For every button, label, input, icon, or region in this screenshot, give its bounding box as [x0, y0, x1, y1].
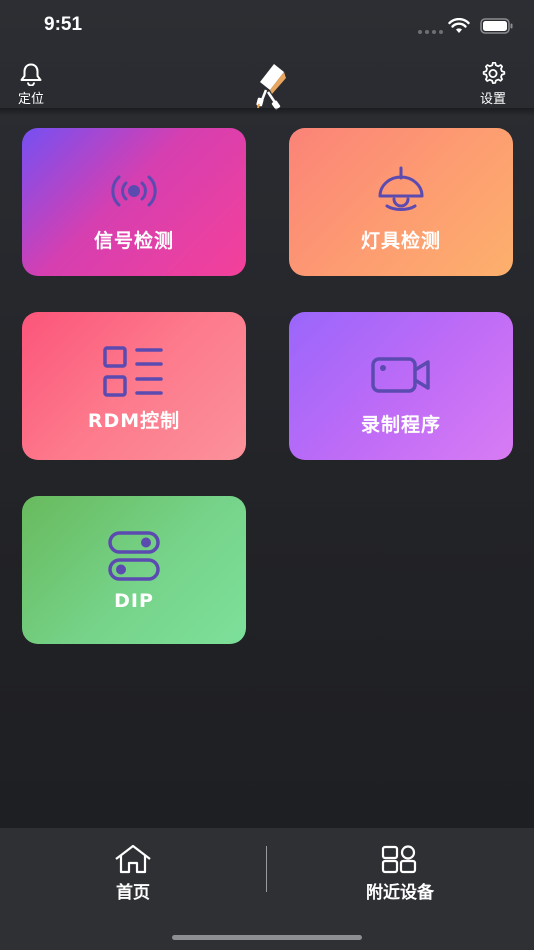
- tab-divider: [266, 846, 267, 892]
- record-program-tile[interactable]: 录制程序: [289, 312, 513, 460]
- lamp-detect-label: 灯具检测: [360, 230, 441, 252]
- fixture-logo-icon: [256, 64, 286, 110]
- dip-tile[interactable]: DIP: [22, 496, 246, 644]
- wifi-icon: [448, 18, 470, 33]
- app-screen: 9:51 定位 设置 信号检测 灯具检测 RDM控制 录制程序 DIP 首页 附…: [0, 0, 534, 950]
- nav-bar: 定位 设置: [0, 52, 534, 110]
- status-time: 9:51: [44, 14, 83, 35]
- gear-icon: [482, 62, 506, 84]
- signal-icon: [111, 175, 157, 207]
- tab-nearby-label: 附近设备: [366, 883, 434, 903]
- signal-detect-tile[interactable]: 信号检测: [22, 128, 246, 276]
- lamp-detect-tile[interactable]: 灯具检测: [289, 128, 513, 276]
- tab-nearby-devices[interactable]: 附近设备: [300, 844, 500, 903]
- signal-dots-icon: [418, 30, 443, 34]
- devices-icon: [381, 845, 417, 874]
- video-camera-icon: [371, 357, 430, 393]
- home-indicator[interactable]: [172, 935, 362, 940]
- rdm-control-label: RDM控制: [87, 410, 181, 432]
- dip-label: DIP: [114, 590, 154, 612]
- settings-label: 设置: [480, 92, 507, 107]
- signal-detect-label: 信号检测: [93, 230, 174, 252]
- rdm-control-tile[interactable]: RDM控制: [22, 312, 246, 460]
- tab-bar: 首页 附近设备: [0, 828, 534, 950]
- tab-home-label: 首页: [116, 883, 150, 903]
- locate-button[interactable]: 定位: [18, 62, 44, 107]
- bell-icon: [20, 63, 42, 86]
- tab-home[interactable]: 首页: [33, 844, 233, 903]
- locate-label: 定位: [18, 92, 45, 107]
- toggle-switch-icon: [108, 531, 160, 581]
- settings-button[interactable]: 设置: [480, 62, 506, 107]
- home-icon: [115, 844, 151, 874]
- record-program-label: 录制程序: [360, 414, 441, 436]
- status-bar: 9:51: [0, 0, 534, 52]
- nav-shadow: [0, 108, 534, 116]
- lamp-icon: [378, 166, 424, 211]
- battery-icon: [480, 18, 513, 34]
- list-icon: [103, 346, 163, 397]
